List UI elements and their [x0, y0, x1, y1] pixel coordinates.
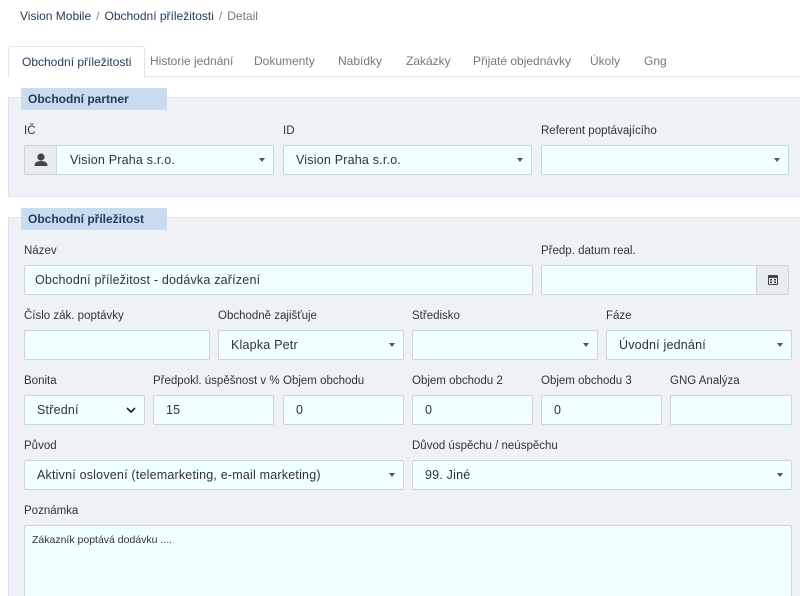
tab-obchodni-prilezitosti[interactable]: Obchodní příležitosti — [8, 46, 146, 78]
datum-input[interactable] — [541, 265, 789, 295]
tab-zakazky[interactable]: Zakázky — [393, 46, 464, 77]
opportunity-panel-title: Obchodní příležitost — [21, 208, 167, 230]
tab-historie-jednani[interactable]: Historie jednání — [137, 46, 246, 77]
tab-gng[interactable]: Gng — [631, 46, 680, 77]
caret-down-icon — [774, 158, 780, 162]
tab-bar: Obchodní příležitosti Historie jednání D… — [8, 46, 800, 78]
stredisko-label: Středisko — [412, 310, 460, 322]
referent-label: Referent poptávajícího — [541, 125, 657, 137]
referent-select[interactable] — [541, 145, 789, 175]
zajistuje-label: Obchodně zajišťuje — [218, 310, 317, 322]
poznamka-value: Zákazník poptává dodávku .... — [32, 534, 173, 546]
nazev-value: Obchodní příležitost - dodávka zařízení — [35, 273, 261, 287]
partner-panel-title: Obchodní partner — [21, 88, 167, 110]
faze-label: Fáze — [606, 310, 632, 322]
breadcrumb-item-opportunities[interactable]: Obchodní příležitosti — [105, 9, 214, 23]
calendar-button[interactable] — [756, 266, 788, 294]
cislo-input[interactable] — [24, 330, 210, 360]
uspesnost-value: 15 — [166, 403, 181, 417]
duvod-value: 99. Jiné — [425, 468, 471, 482]
uspesnost-label: Předpokl. úspěšnost v % — [153, 375, 280, 387]
objem3-value: 0 — [554, 403, 562, 417]
bonita-select[interactable]: Střední — [24, 395, 145, 425]
cislo-label: Číslo zák. poptávky — [24, 310, 124, 322]
calendar-icon — [768, 275, 778, 285]
objem3-label: Objem obchodu 3 — [541, 375, 632, 387]
zajistuje-select[interactable]: Klapka Petr — [218, 330, 404, 360]
gng-input[interactable] — [670, 395, 792, 425]
user-addon — [25, 146, 57, 174]
tab-ukoly[interactable]: Úkoly — [577, 46, 633, 77]
objem-value: 0 — [296, 403, 304, 417]
breadcrumb-separator: / — [96, 9, 100, 23]
ic-value: Vision Praha s.r.o. — [70, 153, 176, 167]
caret-down-icon — [583, 343, 589, 347]
objem-input[interactable]: 0 — [283, 395, 404, 425]
puvod-select[interactable]: Aktivní oslovení (telemarketing, e-mail … — [24, 460, 404, 490]
caret-down-icon — [389, 343, 395, 347]
bonita-value: Střední — [37, 403, 79, 417]
stredisko-select[interactable] — [412, 330, 598, 360]
caret-down-icon — [517, 158, 523, 162]
id-value: Vision Praha s.r.o. — [296, 153, 402, 167]
ic-label: IČ — [24, 125, 36, 137]
uspesnost-input[interactable]: 15 — [153, 395, 274, 425]
caret-down-icon — [389, 473, 395, 477]
objem3-input[interactable]: 0 — [541, 395, 662, 425]
duvod-select[interactable]: 99. Jiné — [412, 460, 792, 490]
gng-label: GNG Analýza — [670, 375, 740, 387]
faze-value: Úvodní jednání — [619, 338, 706, 352]
tab-prijate-objednavky[interactable]: Přijaté objednávky — [460, 46, 584, 77]
objem2-input[interactable]: 0 — [412, 395, 533, 425]
breadcrumb-current: Detail — [227, 9, 258, 23]
caret-down-icon — [777, 473, 783, 477]
chevron-down-icon — [126, 407, 136, 414]
id-label: ID — [283, 125, 295, 137]
user-icon — [34, 153, 48, 166]
objem-label: Objem obchodu — [283, 375, 365, 387]
bonita-label: Bonita — [24, 375, 57, 387]
duvod-label: Důvod úspěchu / neúspěchu — [412, 440, 558, 452]
faze-select[interactable]: Úvodní jednání — [606, 330, 792, 360]
caret-down-icon — [777, 343, 783, 347]
datum-label: Předp. datum real. — [541, 245, 636, 257]
breadcrumb-separator: / — [218, 9, 223, 23]
puvod-label: Původ — [24, 440, 57, 452]
nazev-input[interactable]: Obchodní příležitost - dodávka zařízení — [24, 265, 533, 295]
tab-dokumenty[interactable]: Dokumenty — [241, 46, 328, 77]
breadcrumb-item-vision-mobile[interactable]: Vision Mobile — [20, 9, 91, 23]
tab-nabidky[interactable]: Nabídky — [325, 46, 395, 77]
caret-down-icon — [259, 158, 265, 162]
ic-select[interactable]: Vision Praha s.r.o. — [24, 145, 274, 175]
breadcrumb: Vision Mobile / Obchodní příležitosti / Deta… — [20, 9, 258, 23]
nazev-label: Název — [24, 245, 57, 257]
objem2-value: 0 — [425, 403, 433, 417]
objem2-label: Objem obchodu 2 — [412, 375, 503, 387]
zajistuje-value: Klapka Petr — [231, 338, 298, 352]
id-select[interactable]: Vision Praha s.r.o. — [283, 145, 532, 175]
puvod-value: Aktivní oslovení (telemarketing, e-mail … — [37, 468, 321, 482]
poznamka-label: Poznámka — [24, 505, 79, 517]
poznamka-textarea[interactable]: Zákazník poptává dodávku .... — [24, 525, 792, 596]
